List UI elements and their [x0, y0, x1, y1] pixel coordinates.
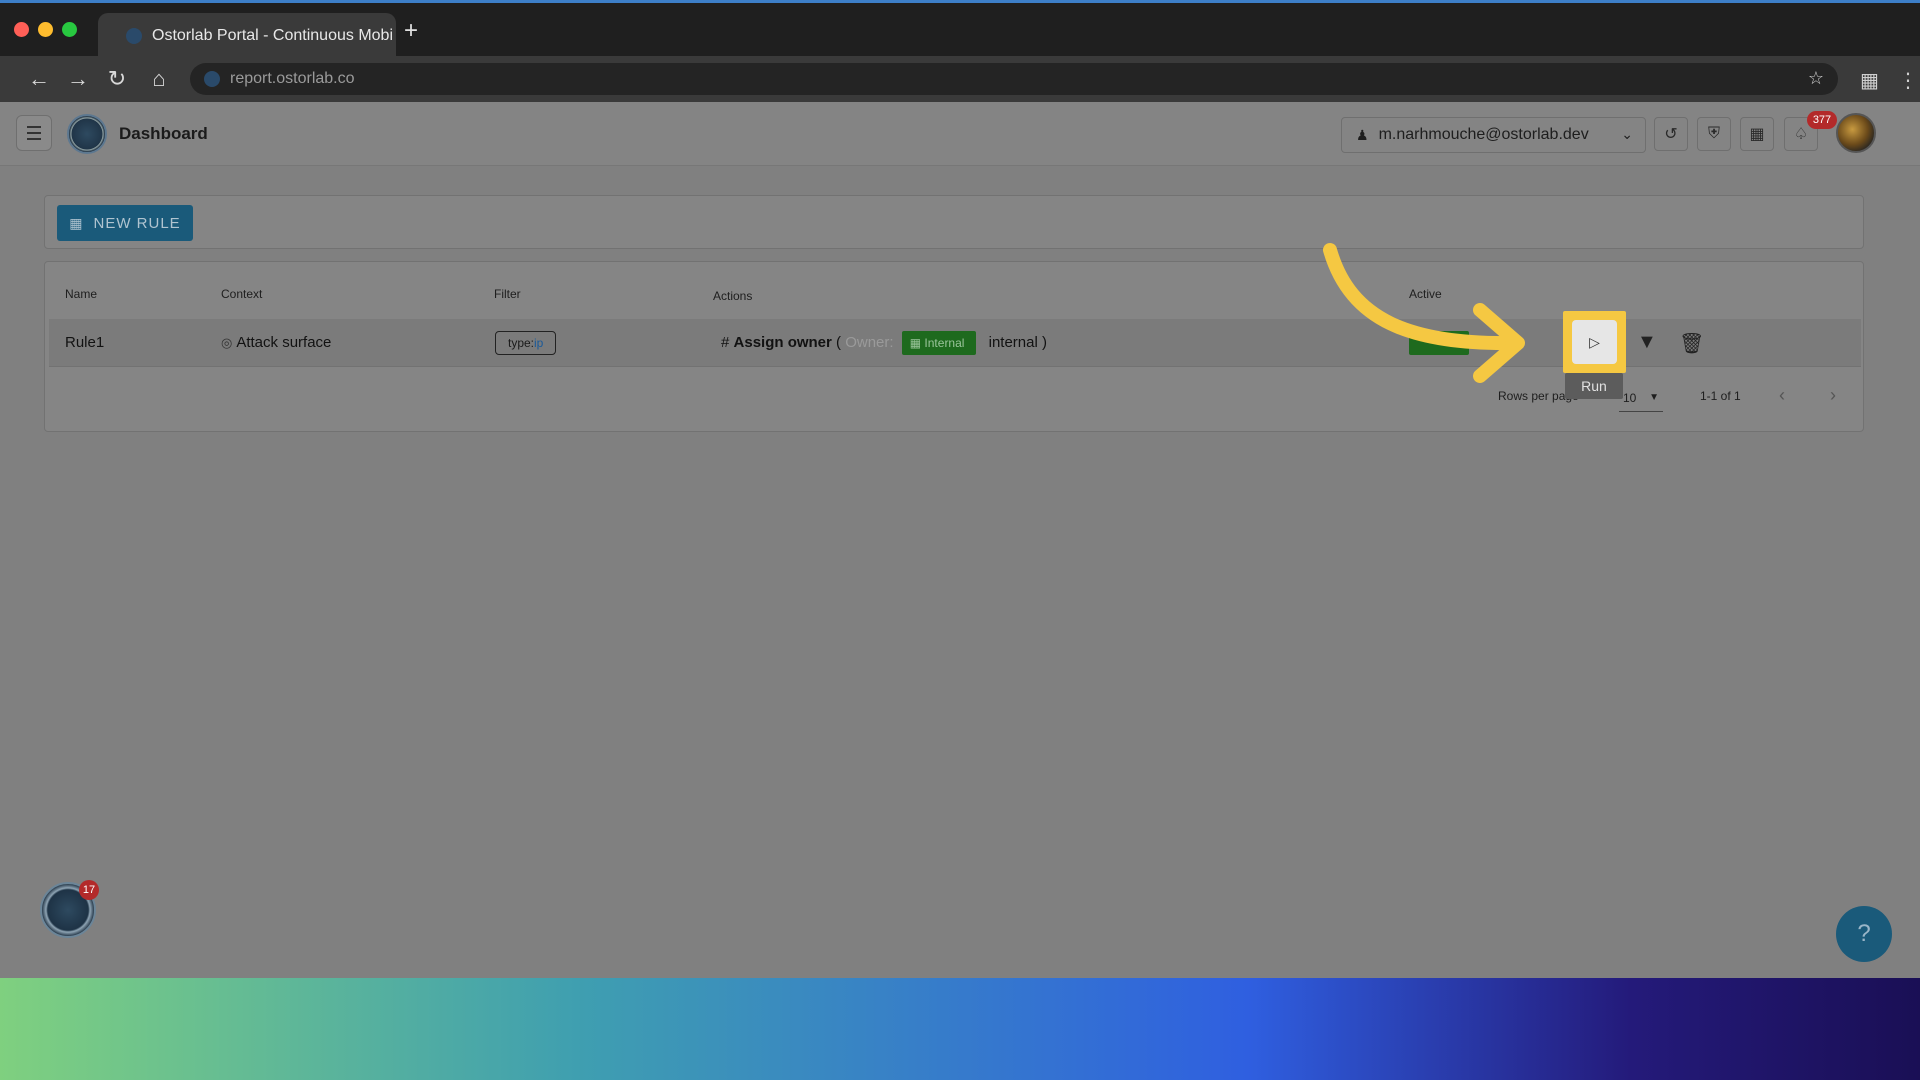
- forward-icon[interactable]: →: [65, 66, 91, 92]
- column-header-actions: Actions: [713, 289, 753, 303]
- action-open: (: [836, 333, 842, 351]
- url-text: report.ostorlab.co: [230, 70, 355, 87]
- site-info-icon[interactable]: [204, 71, 220, 87]
- annotation-arrow: [1323, 243, 1525, 383]
- owner-chip: ▦ Internal: [901, 331, 977, 355]
- hash-icon: #: [721, 333, 730, 351]
- rule-action: # Assign owner ( Owner: ▦ Internal inter…: [721, 331, 1047, 355]
- filter-off-icon[interactable]: ▼: [1637, 331, 1657, 354]
- favicon-icon: [126, 28, 142, 44]
- filter-value: ip: [534, 336, 544, 350]
- filter-chip[interactable]: type:ip: [495, 331, 557, 355]
- org-email: m.narhmouche@ostorlab.dev: [1378, 126, 1589, 143]
- app-header: Dashboard ♟ m.narhmouche@ostorlab.dev ⌄ …: [0, 102, 1920, 166]
- rows-per-page-select[interactable]: 10 ▼: [1619, 386, 1663, 412]
- filter-key: type:: [508, 336, 535, 350]
- screen: Ostorlab Portal - Continuous Mobi + ← → …: [0, 0, 1920, 978]
- owner-label: Owner:: [845, 333, 894, 351]
- column-header-name: Name: [65, 287, 98, 301]
- run-tooltip: Run: [1565, 373, 1623, 399]
- browser-menu-icon[interactable]: ⋮: [1898, 68, 1918, 93]
- new-rule-button[interactable]: ▦ NEW RULE: [57, 205, 193, 241]
- hamburger-menu-button[interactable]: [16, 115, 52, 151]
- next-page-icon[interactable]: ›: [1830, 385, 1836, 406]
- rule-toolbar: ▦ NEW RULE: [44, 195, 1864, 249]
- dropdown-arrow-icon: ▼: [1649, 392, 1659, 403]
- play-icon: ▷: [1589, 333, 1600, 350]
- browser-titlebar: Ostorlab Portal - Continuous Mobi +: [0, 0, 1920, 59]
- contact-card-icon[interactable]: ▦: [1740, 117, 1774, 151]
- address-bar[interactable]: report.ostorlab.co ☆: [190, 63, 1838, 95]
- widget-badge: 17: [79, 880, 99, 900]
- column-header-context: Context: [221, 287, 263, 301]
- menu-icon: [27, 126, 41, 128]
- back-icon[interactable]: ←: [26, 66, 52, 92]
- maximize-window-button[interactable]: [62, 22, 77, 37]
- pagination-range: 1-1 of 1: [1700, 389, 1741, 403]
- run-button[interactable]: ▷: [1572, 320, 1617, 364]
- page-title: Dashboard: [119, 124, 208, 143]
- home-icon[interactable]: ⌂: [146, 66, 172, 92]
- sync-icon[interactable]: ↺: [1654, 117, 1688, 151]
- rule-name: Rule1: [65, 334, 105, 351]
- shield-icon[interactable]: ⛨: [1697, 117, 1731, 151]
- action-name: Assign owner: [733, 333, 832, 351]
- tab-title: Ostorlab Portal - Continuous Mobi: [152, 27, 393, 44]
- minimize-window-button[interactable]: [38, 22, 53, 37]
- previous-page-icon[interactable]: ‹: [1779, 385, 1785, 406]
- users-icon: ♟: [1356, 126, 1369, 143]
- calendar-add-icon: ▦: [69, 214, 84, 231]
- ostorlab-logo[interactable]: [67, 114, 107, 154]
- chevron-down-icon: ⌄: [1621, 126, 1633, 142]
- action-close: ): [1042, 333, 1047, 351]
- new-rule-label: NEW RULE: [93, 214, 181, 232]
- target-icon: ◎: [221, 335, 233, 350]
- bookmark-star-icon[interactable]: ☆: [1808, 68, 1824, 89]
- rule-context: ◎ Attack surface: [221, 334, 332, 351]
- help-button[interactable]: ?: [1836, 906, 1892, 962]
- extensions-icon[interactable]: ▦: [1860, 68, 1879, 93]
- trash-icon[interactable]: 🗑: [1679, 331, 1704, 356]
- avatar[interactable]: [1836, 113, 1876, 153]
- reload-icon[interactable]: ↻: [104, 66, 130, 92]
- browser-toolbar: ← → ↻ ⌂ report.ostorlab.co ☆ ▦ ⋮: [0, 56, 1920, 102]
- owner-value: internal: [988, 333, 1038, 351]
- new-tab-button[interactable]: +: [404, 19, 418, 43]
- column-header-filter: Filter: [494, 287, 521, 301]
- close-window-button[interactable]: [14, 22, 29, 37]
- notification-badge: 377: [1807, 111, 1837, 129]
- organization-select[interactable]: ♟ m.narhmouche@ostorlab.dev ⌄: [1341, 117, 1646, 153]
- browser-tab[interactable]: Ostorlab Portal - Continuous Mobi: [98, 13, 396, 59]
